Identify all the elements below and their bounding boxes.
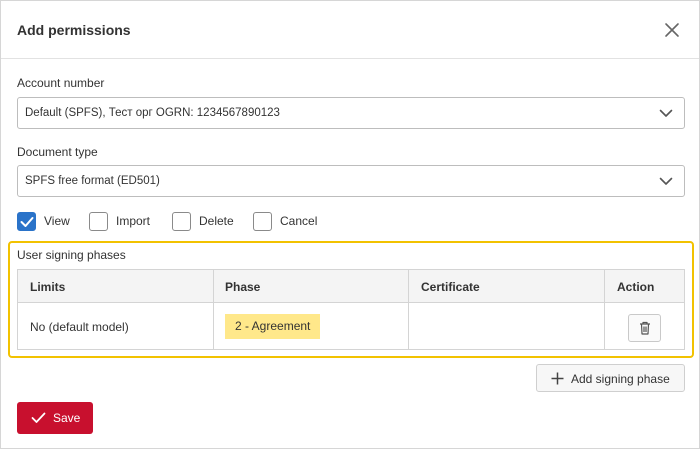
- save-button[interactable]: Save: [17, 402, 93, 434]
- checkbox-box[interactable]: [253, 211, 272, 231]
- document-type-value: SPFS free format (ED501): [25, 175, 160, 187]
- checkbox-box[interactable]: [89, 211, 108, 231]
- column-divider: [213, 270, 214, 349]
- column-divider: [604, 270, 605, 349]
- column-divider: [408, 270, 409, 349]
- add-signing-phase-button[interactable]: Add signing phase: [536, 364, 685, 392]
- account-number-value: Default (SPFS), Тест орг OGRN: 123456789…: [25, 107, 280, 119]
- view-checkbox-label: View: [44, 214, 70, 228]
- account-number-select[interactable]: Default (SPFS), Тест орг OGRN: 123456789…: [17, 97, 685, 129]
- check-icon: [20, 216, 34, 227]
- save-button-label: Save: [53, 411, 81, 425]
- dialog-title: Add permissions: [17, 22, 131, 38]
- document-type-label: Document type: [17, 145, 98, 159]
- cancel-checkbox-label: Cancel: [280, 214, 318, 228]
- add-permissions-dialog: Add permissions Account number Default (…: [0, 0, 700, 449]
- checkbox-box[interactable]: [172, 211, 191, 231]
- cancel-checkbox[interactable]: Cancel: [253, 210, 317, 232]
- column-header-action: Action: [617, 280, 655, 294]
- column-header-phase: Phase: [225, 280, 261, 294]
- import-checkbox-label: Import: [116, 214, 151, 228]
- add-signing-phase-label: Add signing phase: [571, 372, 670, 386]
- delete-phase-button[interactable]: [628, 314, 661, 342]
- trash-icon: [640, 321, 650, 335]
- chevron-down-icon: [659, 109, 673, 117]
- account-number-label: Account number: [17, 76, 105, 90]
- delete-checkbox-label: Delete: [199, 214, 234, 228]
- row-limits-cell: No (default model): [30, 320, 129, 334]
- close-button[interactable]: [661, 19, 683, 41]
- chevron-down-icon: [659, 177, 673, 185]
- close-icon: [665, 23, 679, 37]
- table-header: [18, 270, 684, 303]
- dialog-header: Add permissions: [1, 1, 699, 59]
- checkbox-box[interactable]: [17, 211, 36, 231]
- column-header-limits: Limits: [30, 280, 66, 294]
- signing-phases-table: Limits Phase Certificate Action No (defa…: [17, 269, 685, 350]
- row-phase-cell[interactable]: 2 - Agreement: [225, 314, 321, 339]
- document-type-select[interactable]: SPFS free format (ED501): [17, 165, 685, 197]
- plus-icon: [551, 372, 564, 385]
- signing-phases-title: User signing phases: [17, 248, 126, 262]
- view-checkbox[interactable]: View: [17, 210, 70, 232]
- import-checkbox[interactable]: Import: [89, 210, 150, 232]
- column-header-certificate: Certificate: [421, 280, 480, 294]
- check-icon: [31, 412, 46, 423]
- delete-checkbox[interactable]: Delete: [172, 210, 234, 232]
